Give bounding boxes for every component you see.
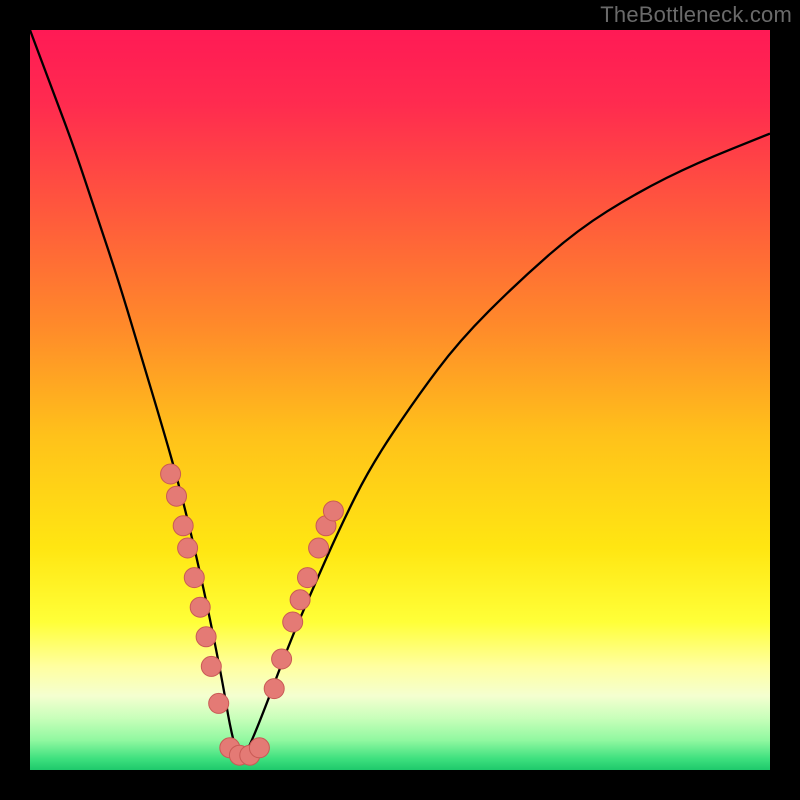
data-point [184, 568, 204, 588]
chart-container: TheBottleneck.com [0, 0, 800, 800]
data-point [178, 538, 198, 558]
data-point [309, 538, 329, 558]
data-point [249, 738, 269, 758]
data-point [323, 501, 343, 521]
data-point [201, 656, 221, 676]
data-point [298, 568, 318, 588]
data-point [167, 486, 187, 506]
data-point [161, 464, 181, 484]
data-point [283, 612, 303, 632]
data-point [196, 627, 216, 647]
bottleneck-chart [0, 0, 800, 800]
data-point [264, 679, 284, 699]
data-point [272, 649, 292, 669]
data-point [209, 693, 229, 713]
data-point [290, 590, 310, 610]
data-point [173, 516, 193, 536]
plot-background [30, 30, 770, 770]
data-point [190, 597, 210, 617]
watermark-text: TheBottleneck.com [600, 2, 792, 28]
